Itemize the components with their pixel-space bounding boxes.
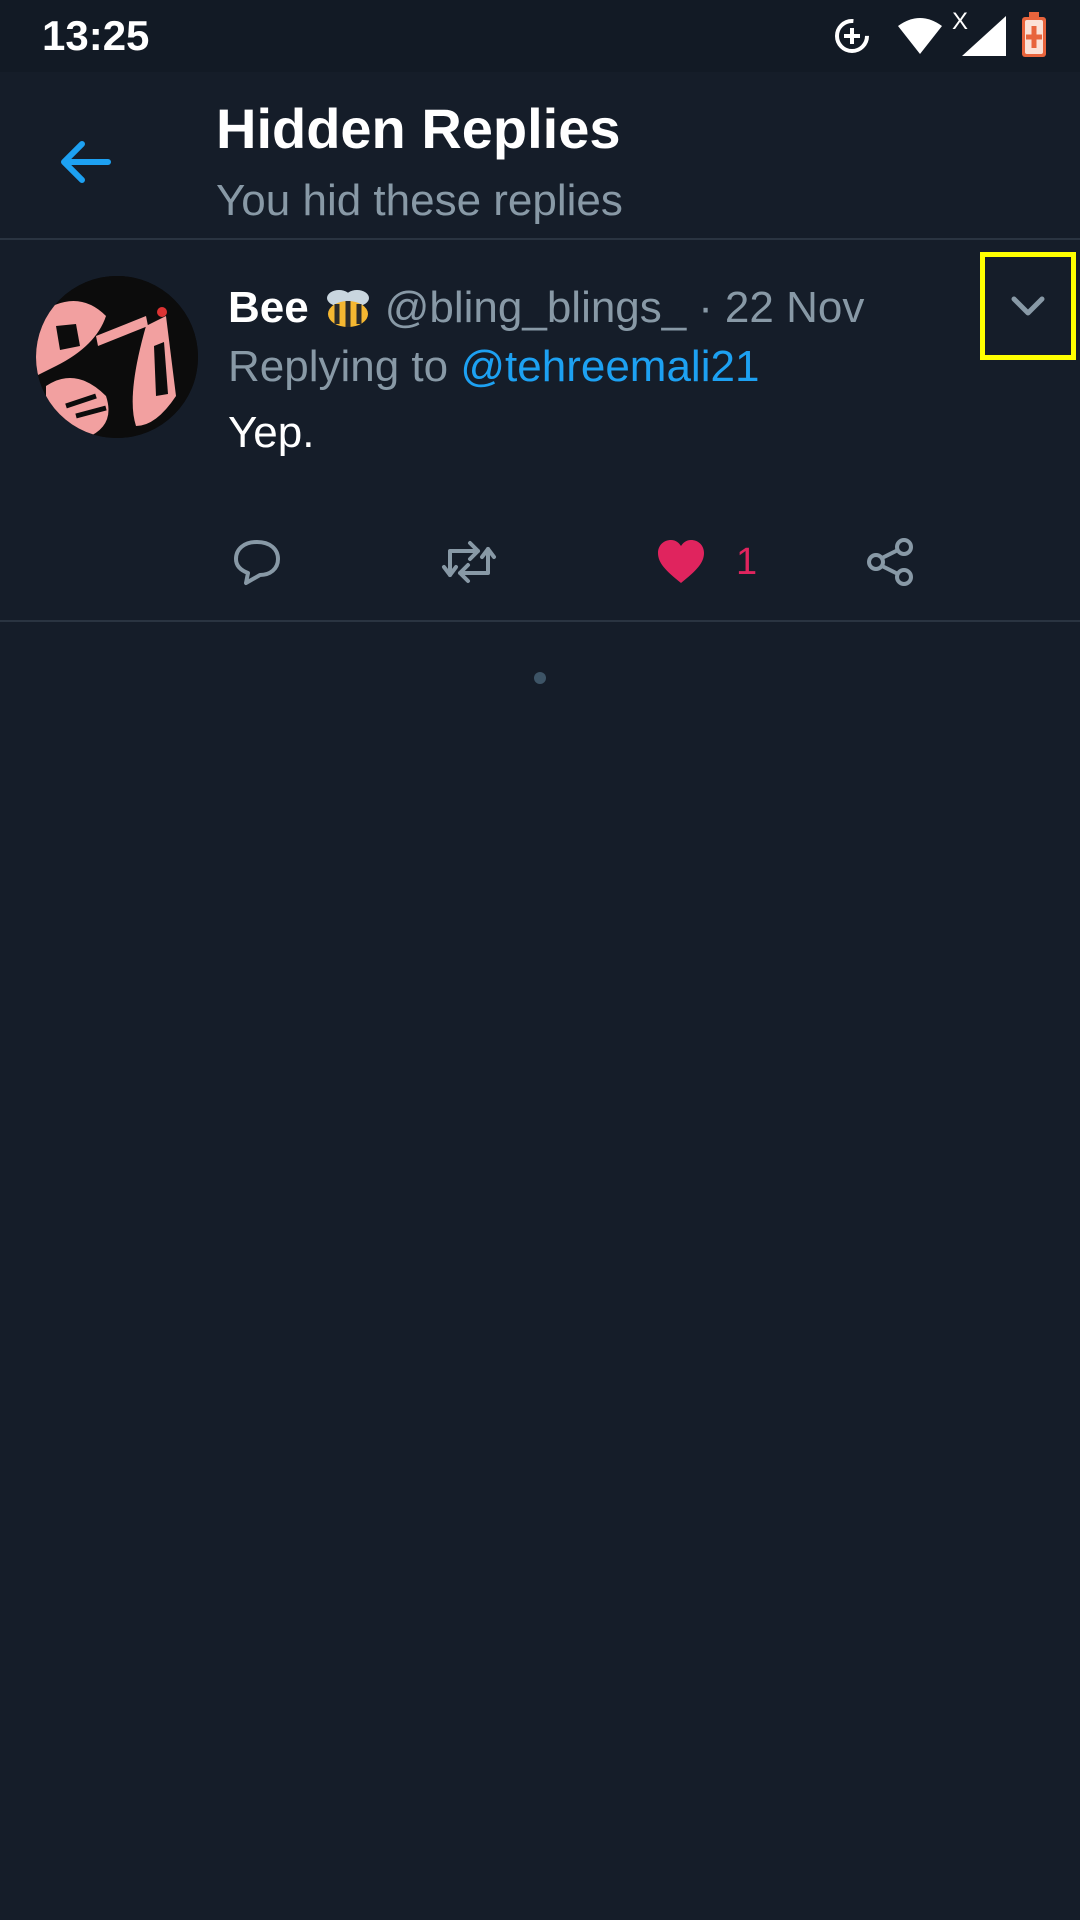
- separator-dot: ·: [698, 283, 713, 332]
- status-time: 13:25: [42, 12, 150, 59]
- status-bar: 13:25 X: [0, 0, 1080, 72]
- loading-indicator: [534, 672, 546, 684]
- action-bar: 1: [0, 522, 1080, 602]
- reply-card[interactable]: Bee @bling_blings_ · 22 Nov Replying to …: [0, 242, 1080, 622]
- retweet-icon: [442, 541, 496, 583]
- retweet-action-button[interactable]: [440, 532, 498, 592]
- like-action-button[interactable]: 1: [656, 532, 757, 592]
- avatar-image: [36, 276, 198, 438]
- reply-header: Bee @bling_blings_ · 22 Nov: [228, 278, 864, 338]
- replying-to-line: Replying to @tehreemali21: [228, 342, 759, 392]
- status-icons: X: [780, 0, 1080, 72]
- reply-date: 22 Nov: [724, 283, 865, 332]
- reply-menu-button[interactable]: [980, 252, 1076, 360]
- bee-emoji-icon: [323, 286, 373, 330]
- share-action-button[interactable]: [866, 532, 916, 592]
- share-icon: [867, 538, 913, 586]
- heart-filled-icon: [658, 540, 704, 583]
- like-count: 1: [736, 540, 758, 583]
- replying-to-prefix: Replying to: [228, 342, 449, 391]
- back-button[interactable]: [44, 122, 124, 202]
- wifi-icon: [898, 18, 942, 54]
- arrow-left-icon: [61, 141, 111, 183]
- avatar[interactable]: [36, 276, 198, 438]
- reply-action-button[interactable]: [232, 532, 282, 592]
- user-handle[interactable]: @bling_blings_: [385, 283, 687, 333]
- data-saver-icon: [835, 19, 869, 53]
- page-title: Hidden Replies: [216, 97, 621, 160]
- display-name[interactable]: Bee: [228, 283, 309, 333]
- chevron-down-icon: [1011, 296, 1045, 316]
- signal-mark: X: [952, 8, 969, 35]
- reply-text: Yep.: [228, 408, 315, 457]
- app-header: Hidden Replies You hid these replies: [0, 72, 1080, 240]
- reply-bubble-icon: [234, 540, 280, 585]
- replying-to-mention[interactable]: @tehreemali21: [460, 342, 759, 391]
- battery-charging-icon: [1022, 12, 1046, 57]
- page-subtitle: You hid these replies: [216, 176, 623, 225]
